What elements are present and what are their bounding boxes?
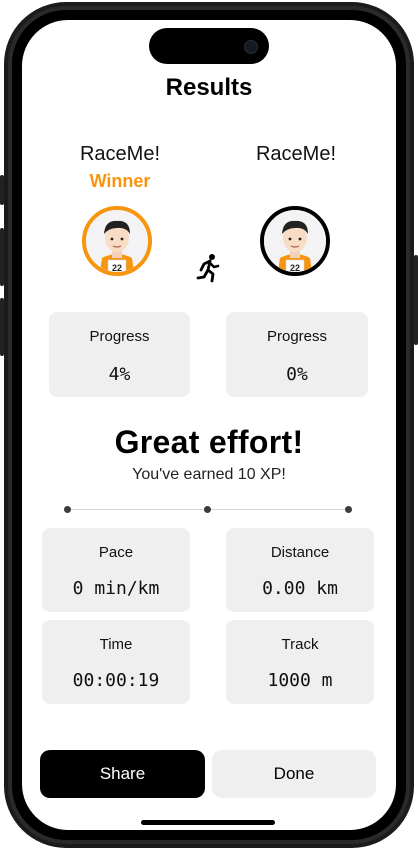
share-button[interactable]: Share — [40, 750, 205, 798]
track-label: Track — [281, 636, 319, 653]
done-button[interactable]: Done — [212, 750, 376, 798]
pace-value: 0 min/km — [72, 578, 160, 599]
home-indicator[interactable] — [141, 820, 275, 825]
time-card: Time 00:00:19 — [42, 620, 190, 704]
progress-marker-start — [64, 506, 71, 513]
track-card: Track 1000 m — [226, 620, 374, 704]
player-2-avatar: 22 — [260, 206, 330, 276]
pace-card: Pace 0 min/km — [42, 528, 190, 612]
player-1-progress-card: Progress 4% — [49, 312, 190, 397]
page-title: Results — [165, 74, 253, 101]
progress-value: 4% — [108, 364, 131, 385]
track-value: 1000 m — [267, 670, 333, 691]
progress-label: Progress — [266, 328, 328, 345]
progress-marker-mid — [204, 506, 211, 513]
player-1-avatar: 22 — [82, 206, 152, 276]
progress-value: 0% — [286, 364, 308, 385]
progress-label: Progress — [89, 328, 150, 345]
distance-label: Distance — [270, 544, 330, 561]
running-person-icon — [196, 254, 220, 283]
bib-number: 22 — [111, 263, 122, 273]
player-1-name: RaceMe! — [79, 143, 161, 165]
time-label: Time — [99, 636, 133, 653]
xp-message: You've earned 10 XP! — [132, 466, 286, 483]
time-value: 00:00:19 — [72, 670, 160, 691]
progress-marker-end — [345, 506, 352, 513]
front-camera — [244, 40, 258, 54]
distance-card: Distance 0.00 km — [226, 528, 374, 612]
result-headline: Great effort! — [114, 424, 304, 460]
player-2-progress-card: Progress 0% — [226, 312, 368, 397]
winner-badge: Winner — [89, 171, 151, 191]
bib-number: 22 — [289, 263, 300, 273]
player-2-name: RaceMe! — [255, 143, 337, 165]
distance-value: 0.00 km — [262, 578, 338, 599]
pace-label: Pace — [98, 544, 134, 561]
